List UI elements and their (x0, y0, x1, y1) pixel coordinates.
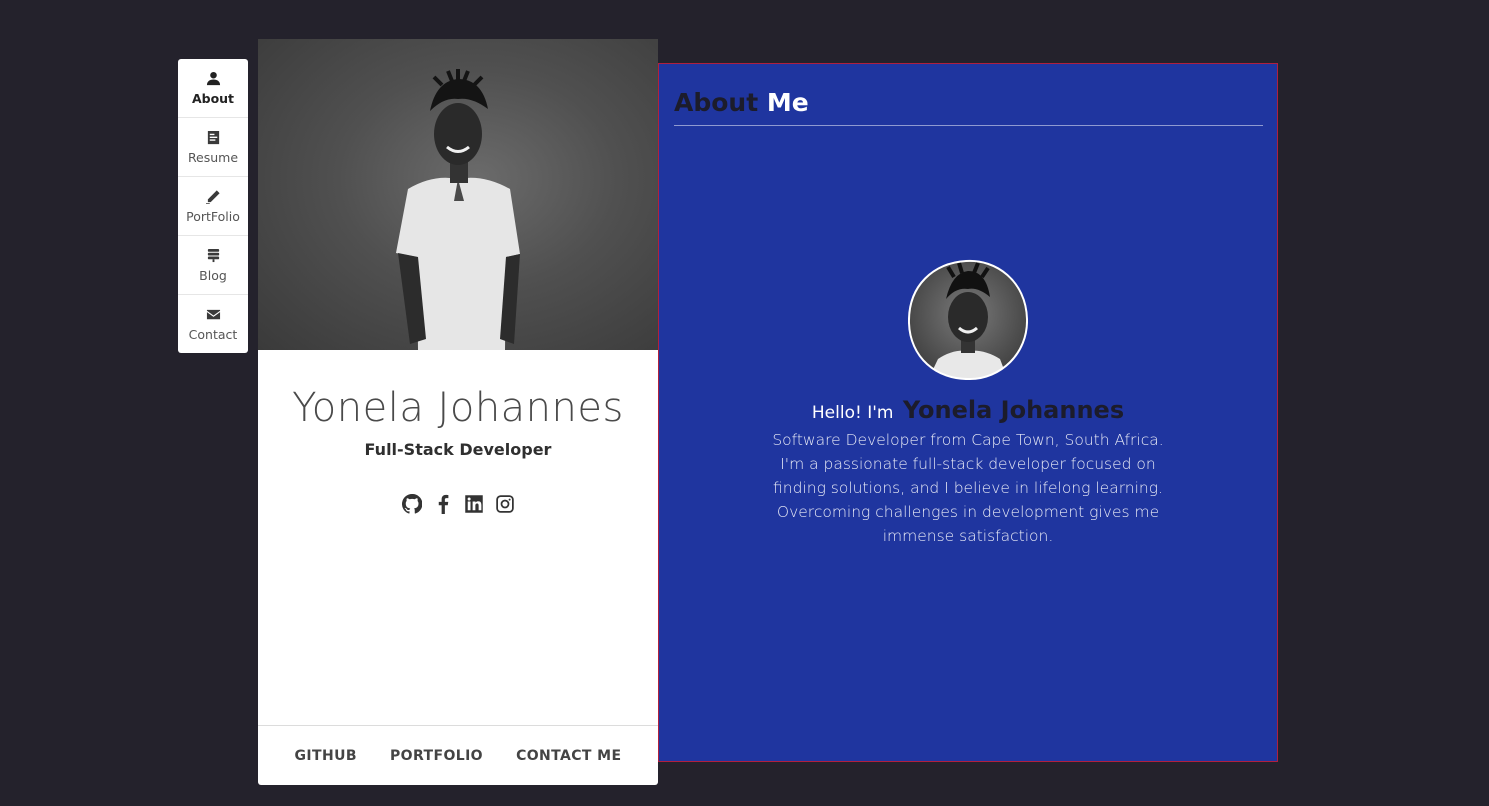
nav-item-blog[interactable]: Blog (178, 236, 248, 295)
profile-card: Yonela Johannes Full-Stack Developer GIT… (258, 39, 658, 785)
card-footer: GITHUB PORTFOLIO CONTACT ME (258, 725, 658, 785)
portfolio-link[interactable]: PORTFOLIO (390, 748, 483, 764)
nav-label: Blog (199, 267, 227, 283)
user-icon (206, 71, 220, 85)
facebook-icon[interactable] (433, 494, 453, 514)
greeting-name: Yonela Johannes (902, 396, 1125, 424)
section-title-part2: Me (766, 88, 809, 117)
side-nav: About Resume PortFolio Blog Contact (178, 59, 248, 353)
envelope-icon (206, 309, 220, 320)
bio-text: Software Developer from Cape Town, South… (772, 431, 1164, 545)
greeting-text: Hello! I'm (811, 403, 894, 423)
linkedin-icon[interactable] (464, 494, 484, 514)
contact-me-link[interactable]: CONTACT ME (516, 748, 621, 764)
nav-item-resume[interactable]: Resume (178, 118, 248, 177)
avatar (907, 259, 1029, 381)
blog-icon (207, 248, 219, 262)
nav-label: Contact (188, 327, 238, 342)
instagram-icon[interactable] (495, 494, 515, 514)
profile-name: Yonela Johannes (292, 385, 624, 431)
pencil-icon (205, 189, 220, 204)
section-title-part1: About (674, 88, 759, 117)
nav-item-about[interactable]: About (178, 59, 248, 118)
about-panel: About Me Hello! I'm Yonela Johannes Soft… (658, 63, 1278, 762)
nav-item-contact[interactable]: Contact (178, 295, 248, 353)
nav-label: PortFolio (186, 208, 240, 224)
github-icon[interactable] (401, 493, 422, 514)
nav-label: About (191, 90, 235, 106)
nav-item-portfolio[interactable]: PortFolio (178, 177, 248, 236)
github-link[interactable]: GITHUB (295, 748, 357, 764)
resume-icon (207, 130, 219, 144)
social-links (258, 493, 658, 514)
section-title: About Me (674, 88, 809, 117)
page: About Resume PortFolio Blog Contact Yone… (0, 0, 1489, 806)
greeting: Hello! I'm Yonela Johannes (659, 396, 1277, 424)
profile-photo (258, 39, 658, 350)
nav-label: Resume (187, 149, 239, 165)
title-divider (674, 125, 1263, 126)
profile-role: Full-Stack Developer (364, 440, 552, 459)
